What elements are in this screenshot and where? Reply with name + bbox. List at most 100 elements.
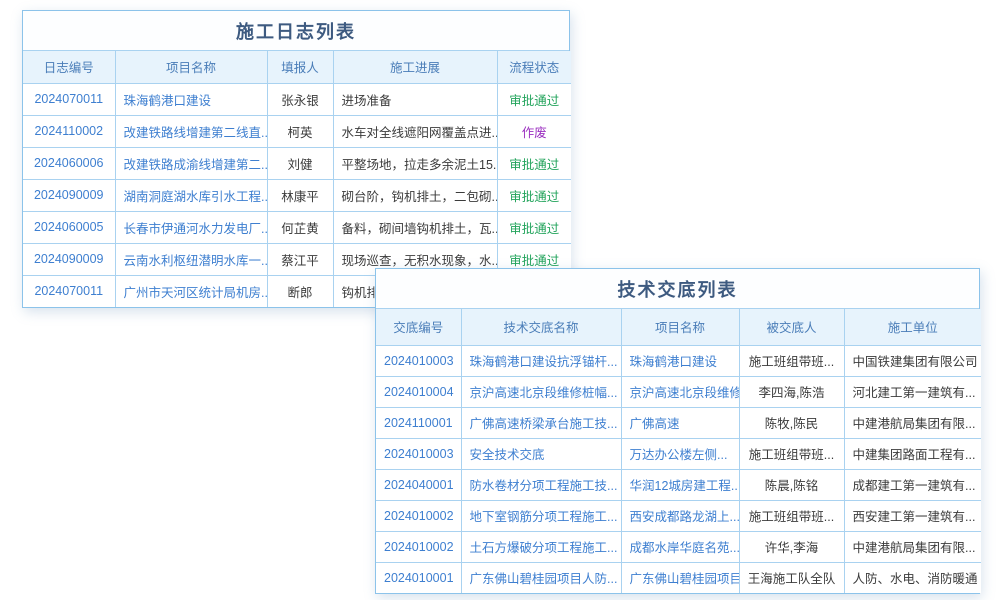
disclosure-table-row: 2024010004 京沪高速北京段维修桩幅... 京沪高速北京段维修 李四海,… [376,376,981,407]
disclosure-name-link[interactable]: 地下室钢筋分项工程施工... [461,500,621,531]
disclosure-name-link[interactable]: 土石方爆破分项工程施工... [461,531,621,562]
project-name-link[interactable]: 广佛高速 [621,407,739,438]
disclosed-person-cell: 许华,李海 [739,531,844,562]
log-table-row: 2024090009 湖南洞庭湖水库引水工程... 林康平 砌台阶，钩机排土，二… [23,179,571,211]
disclosure-id-link[interactable]: 2024010003 [376,438,461,469]
column-header-disclosure-id: 交底编号 [376,309,461,345]
reporter-cell: 何芷黄 [267,211,333,243]
column-header-disclosed-person: 被交底人 [739,309,844,345]
project-name-link[interactable]: 成都水岸华庭名苑... [621,531,739,562]
disclosure-header-row: 交底编号 技术交底名称 项目名称 被交底人 施工单位 [376,309,981,345]
disclosure-table-row: 2024040001 防水卷材分项工程施工技... 华润12城房建工程... 陈… [376,469,981,500]
reporter-cell: 蔡江平 [267,243,333,275]
disclosed-person-cell: 陈晨,陈铭 [739,469,844,500]
disclosure-id-link[interactable]: 2024110001 [376,407,461,438]
project-name-link[interactable]: 改建铁路成渝线增建第二... [115,147,267,179]
project-name-link[interactable]: 改建铁路线增建第二线直... [115,115,267,147]
column-header-reporter: 填报人 [267,51,333,83]
reporter-cell: 刘健 [267,147,333,179]
reporter-cell: 断郎 [267,275,333,307]
status-badge: 审批通过 [497,211,571,243]
status-badge: 审批通过 [497,83,571,115]
project-name-link[interactable]: 云南水利枢纽潜明水库一... [115,243,267,275]
project-name-link[interactable]: 华润12城房建工程... [621,469,739,500]
disclosure-name-link[interactable]: 防水卷材分项工程施工技... [461,469,621,500]
disclosure-table-row: 2024010003 珠海鹤港口建设抗浮锚杆... 珠海鹤港口建设 施工班组带班… [376,345,981,376]
disclosed-person-cell: 施工班组带班... [739,438,844,469]
progress-cell: 水车对全线遮阳网覆盖点进... [333,115,497,147]
log-id-link[interactable]: 2024070011 [23,275,115,307]
log-id-link[interactable]: 2024060005 [23,211,115,243]
project-name-link[interactable]: 广州市天河区统计局机房... [115,275,267,307]
status-badge: 审批通过 [497,147,571,179]
construction-log-panel: 施工日志列表 日志编号 项目名称 填报人 施工进展 流程状态 202407001… [22,10,570,308]
column-header-log-id: 日志编号 [23,51,115,83]
project-name-link[interactable]: 长春市伊通河水力发电厂... [115,211,267,243]
disclosed-person-cell: 施工班组带班... [739,345,844,376]
disclosure-id-link[interactable]: 2024040001 [376,469,461,500]
project-name-link[interactable]: 珠海鹤港口建设 [621,345,739,376]
disclosure-name-link[interactable]: 广东佛山碧桂园项目人防... [461,562,621,593]
project-name-link[interactable]: 万达办公楼左侧... [621,438,739,469]
disclosure-id-link[interactable]: 2024010003 [376,345,461,376]
progress-cell: 进场准备 [333,83,497,115]
log-id-link[interactable]: 2024110002 [23,115,115,147]
technical-disclosure-title: 技术交底列表 [376,269,979,309]
log-id-link[interactable]: 2024070011 [23,83,115,115]
disclosure-table-row: 2024010002 地下室钢筋分项工程施工... 西安成都路龙湖上... 施工… [376,500,981,531]
reporter-cell: 林康平 [267,179,333,211]
desktop-canvas: { "colors": { "panel_border": "#8cc3ea",… [0,0,1000,600]
technical-disclosure-panel: 技术交底列表 交底编号 技术交底名称 项目名称 被交底人 施工单位 202401… [375,268,980,594]
disclosed-person-cell: 施工班组带班... [739,500,844,531]
project-name-link[interactable]: 珠海鹤港口建设 [115,83,267,115]
log-table-row: 2024060006 改建铁路成渝线增建第二... 刘健 平整场地，拉走多余泥土… [23,147,571,179]
construction-unit-cell: 中建港航局集团有限... [844,407,981,438]
log-header-row: 日志编号 项目名称 填报人 施工进展 流程状态 [23,51,571,83]
disclosure-table-row: 2024010001 广东佛山碧桂园项目人防... 广东佛山碧桂园项目 王海施工… [376,562,981,593]
disclosed-person-cell: 李四海,陈浩 [739,376,844,407]
log-table-row: 2024070011 珠海鹤港口建设 张永银 进场准备 审批通过 [23,83,571,115]
disclosure-name-link[interactable]: 广佛高速桥梁承台施工技... [461,407,621,438]
project-name-link[interactable]: 京沪高速北京段维修 [621,376,739,407]
log-id-link[interactable]: 2024090009 [23,179,115,211]
log-table-row: 2024110002 改建铁路线增建第二线直... 柯英 水车对全线遮阳网覆盖点… [23,115,571,147]
project-name-link[interactable]: 湖南洞庭湖水库引水工程... [115,179,267,211]
construction-unit-cell: 中建集团路面工程有... [844,438,981,469]
disclosure-id-link[interactable]: 2024010001 [376,562,461,593]
status-badge: 审批通过 [497,179,571,211]
log-id-link[interactable]: 2024090009 [23,243,115,275]
disclosure-id-link[interactable]: 2024010004 [376,376,461,407]
disclosure-id-link[interactable]: 2024010002 [376,500,461,531]
construction-unit-cell: 中国铁建集团有限公司 [844,345,981,376]
construction-unit-cell: 成都建工第一建筑有... [844,469,981,500]
disclosed-person-cell: 王海施工队全队 [739,562,844,593]
column-header-project-name: 项目名称 [115,51,267,83]
column-header-project-name: 项目名称 [621,309,739,345]
log-table-row: 2024060005 长春市伊通河水力发电厂... 何芷黄 备料，砌间墙钩机排土… [23,211,571,243]
disclosure-name-link[interactable]: 京沪高速北京段维修桩幅... [461,376,621,407]
column-header-construction-unit: 施工单位 [844,309,981,345]
project-name-link[interactable]: 广东佛山碧桂园项目 [621,562,739,593]
construction-unit-cell: 人防、水电、消防暖通 [844,562,981,593]
column-header-disclosure-name: 技术交底名称 [461,309,621,345]
disclosed-person-cell: 陈牧,陈民 [739,407,844,438]
reporter-cell: 张永银 [267,83,333,115]
disclosure-name-link[interactable]: 安全技术交底 [461,438,621,469]
construction-unit-cell: 西安建工第一建筑有... [844,500,981,531]
progress-cell: 平整场地，拉走多余泥土15... [333,147,497,179]
construction-unit-cell: 河北建工第一建筑有... [844,376,981,407]
construction-unit-cell: 中建港航局集团有限... [844,531,981,562]
disclosure-id-link[interactable]: 2024010002 [376,531,461,562]
disclosure-table-row: 2024010003 安全技术交底 万达办公楼左侧... 施工班组带班... 中… [376,438,981,469]
log-id-link[interactable]: 2024060006 [23,147,115,179]
progress-cell: 备料，砌间墙钩机排土，瓦... [333,211,497,243]
progress-cell: 砌台阶，钩机排土，二包砌... [333,179,497,211]
reporter-cell: 柯英 [267,115,333,147]
construction-log-title: 施工日志列表 [23,11,569,51]
status-badge: 作废 [497,115,571,147]
project-name-link[interactable]: 西安成都路龙湖上... [621,500,739,531]
disclosure-name-link[interactable]: 珠海鹤港口建设抗浮锚杆... [461,345,621,376]
column-header-progress: 施工进展 [333,51,497,83]
disclosure-table-row: 2024010002 土石方爆破分项工程施工... 成都水岸华庭名苑... 许华… [376,531,981,562]
column-header-status: 流程状态 [497,51,571,83]
